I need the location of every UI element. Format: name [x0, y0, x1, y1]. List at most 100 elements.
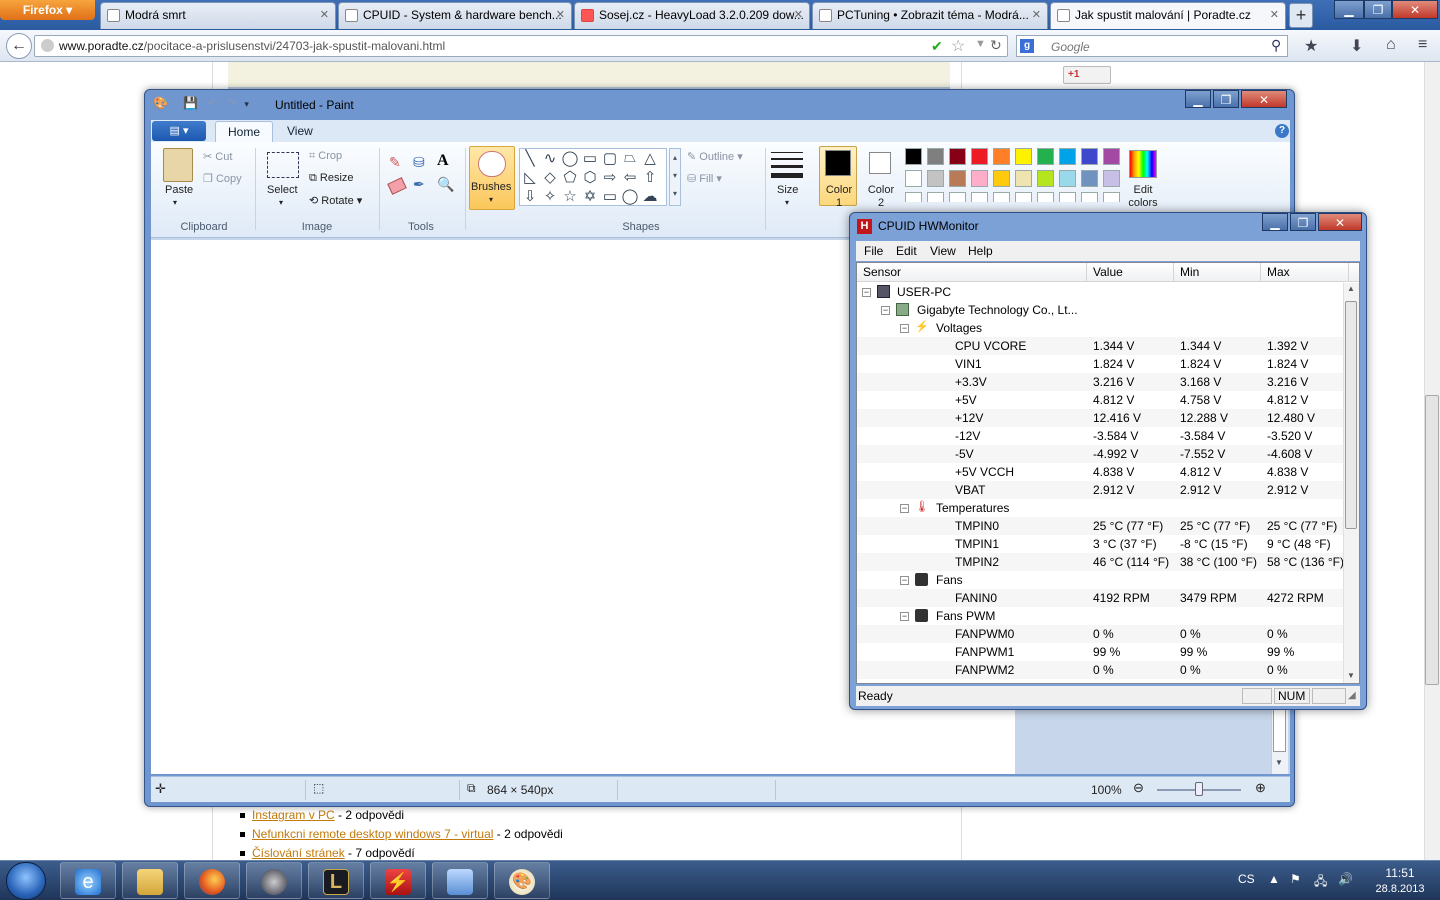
pencil-icon[interactable]: ✎ — [389, 154, 401, 171]
curve-shape-icon[interactable]: ∿ — [540, 149, 560, 167]
show-hidden-icons-icon[interactable]: ▲ — [1268, 872, 1280, 886]
input-language-indicator[interactable]: CS — [1238, 872, 1255, 886]
hwmonitor-minimize-button[interactable]: ▁ — [1262, 213, 1288, 231]
close-icon[interactable]: ✕ — [1032, 3, 1041, 28]
palette-swatch[interactable] — [1059, 170, 1076, 187]
clock-time[interactable]: 11:51 — [1380, 866, 1420, 880]
size-icon[interactable] — [771, 152, 803, 183]
back-button[interactable]: ← — [6, 33, 32, 59]
palette-swatch[interactable] — [1081, 170, 1098, 187]
sensor-tree-list[interactable]: Sensor Value Min Max − USER-PC − Gigabyte T… — [856, 262, 1360, 684]
fill-button[interactable]: ⛁ Fill ▾ — [687, 172, 722, 185]
zoom-in-icon[interactable]: ⊕ — [1255, 780, 1266, 796]
question-link[interactable]: Číslování stránek — [252, 846, 345, 860]
custom-color-slot[interactable] — [949, 192, 966, 202]
tree-group-fans_pwm[interactable]: − Fans PWM — [857, 607, 1343, 625]
select-dropdown-icon[interactable]: ▾ — [279, 198, 283, 207]
paint-app-icon[interactable]: 🎨 — [153, 96, 168, 110]
sensor-list-scroll-thumb[interactable] — [1345, 301, 1357, 529]
tree-group-fans[interactable]: − Fans — [857, 571, 1343, 589]
shapes-gallery[interactable]: ╲ ∿ ◯ ▭ ▢ ⏢ △ ◺ ◇ ⬠ ⬡ ⇨ ⇦ ⇧ ⇩ ✧ ☆ ✡ ▭ ◯ … — [519, 148, 667, 206]
firefox-menu-button[interactable]: Firefox ▾ — [0, 0, 95, 20]
taskbar-paint[interactable]: 🎨 — [494, 862, 550, 899]
six-point-star-shape-icon[interactable]: ✡ — [580, 187, 600, 205]
tab-poradte-active[interactable]: Jak spustit malování | Poradte.cz ✕ — [1050, 2, 1286, 29]
palette-swatch[interactable] — [993, 170, 1010, 187]
up-arrow-shape-icon[interactable]: ⇧ — [640, 168, 660, 186]
bookmarks-icon[interactable]: ★ — [1304, 36, 1318, 56]
sensor-row[interactable]: TMPIN0 25 °C (77 °F) 25 °C (77 °F) 25 °C (7… — [857, 517, 1343, 535]
size-dropdown-icon[interactable]: ▾ — [785, 198, 789, 207]
sensor-row[interactable]: +3.3V 3.216 V 3.168 V 3.216 V — [857, 373, 1343, 391]
volume-icon[interactable]: 🔊 — [1338, 872, 1353, 886]
shapes-gallery-scroll[interactable]: ▴ ▾ ▾ — [669, 148, 681, 206]
tab-home[interactable]: Home — [215, 121, 274, 143]
text-tool-icon[interactable]: A — [437, 152, 449, 170]
palette-swatch[interactable] — [927, 170, 944, 187]
collapse-toggle-icon[interactable]: − — [900, 504, 909, 513]
canvas-scroll-thumb[interactable] — [1273, 708, 1286, 752]
hexagon-shape-icon[interactable]: ⬡ — [580, 168, 600, 186]
zoom-slider-thumb[interactable] — [1195, 782, 1203, 796]
taskbar-league-launcher[interactable]: L — [308, 862, 364, 899]
tab-pctuning[interactable]: PCTuning • Zobrazit téma - Modrá... ✕ — [812, 2, 1048, 29]
rounded-rectangle-shape-icon[interactable]: ▢ — [600, 149, 620, 167]
palette-swatch[interactable] — [1037, 148, 1054, 165]
menu-edit[interactable]: Edit — [896, 244, 917, 258]
column-header-sensor[interactable]: Sensor — [857, 263, 1087, 282]
pentagon-shape-icon[interactable]: ⬠ — [560, 168, 580, 186]
close-icon[interactable]: ✕ — [794, 3, 803, 28]
page-scroll-thumb[interactable] — [1425, 395, 1439, 685]
palette-swatch[interactable] — [1015, 170, 1032, 187]
column-header-max[interactable]: Max — [1261, 263, 1349, 282]
custom-color-slot[interactable] — [1037, 192, 1054, 202]
zoom-out-icon[interactable]: ⊖ — [1133, 780, 1144, 796]
column-header-min[interactable]: Min — [1174, 263, 1261, 282]
hwmonitor-app-icon[interactable]: H — [857, 219, 872, 234]
cloud-callout-shape-icon[interactable]: ☁ — [640, 187, 660, 205]
customize-qat-icon[interactable]: ▾ — [244, 99, 249, 109]
taskbar-control-panel[interactable] — [432, 862, 488, 899]
custom-color-slot[interactable] — [1103, 192, 1120, 202]
edit-colors-label[interactable]: Edit colors — [1125, 184, 1161, 210]
copy-button[interactable]: ❐ Copy — [203, 172, 242, 185]
custom-color-slot[interactable] — [1015, 192, 1032, 202]
question-link[interactable]: Nefunkcni remote desktop windows 7 - vir… — [252, 827, 493, 841]
diamond-shape-icon[interactable]: ◇ — [540, 168, 560, 186]
scroll-down-arrow-icon[interactable]: ▼ — [1347, 671, 1355, 680]
close-icon[interactable]: ✕ — [1270, 3, 1279, 28]
edit-colors-icon[interactable] — [1129, 150, 1157, 178]
help-icon[interactable]: ? — [1275, 124, 1289, 138]
line-shape-icon[interactable]: ╲ — [520, 149, 540, 167]
network-icon[interactable]: 🖧 — [1314, 872, 1327, 893]
crop-button[interactable]: ⌗ Crop — [309, 150, 342, 163]
sensor-row[interactable]: +5V 4.812 V 4.758 V 4.812 V — [857, 391, 1343, 409]
start-button[interactable] — [6, 862, 46, 900]
tab-cpuid[interactable]: CPUID - System & hardware bench... ✕ — [338, 2, 572, 29]
column-header-value[interactable]: Value — [1087, 263, 1174, 282]
browser-maximize-button[interactable]: ❐ — [1364, 0, 1392, 19]
collapse-toggle-icon[interactable]: − — [862, 288, 871, 297]
color2-swatch[interactable] — [869, 152, 891, 174]
palette-swatch[interactable] — [1081, 148, 1098, 165]
right-triangle-shape-icon[interactable]: ◺ — [520, 168, 540, 186]
hwmonitor-close-button[interactable]: ✕ — [1318, 213, 1362, 231]
palette-swatch[interactable] — [949, 170, 966, 187]
polygon-shape-icon[interactable]: ⏢ — [620, 149, 640, 166]
collapse-toggle-icon[interactable]: − — [881, 306, 890, 315]
collapse-toggle-icon[interactable]: − — [900, 576, 909, 585]
custom-color-slot[interactable] — [993, 192, 1010, 202]
menu-view[interactable]: View — [930, 244, 956, 258]
search-icon[interactable]: ⚲ — [1271, 37, 1281, 54]
google-plus-button[interactable]: +1 — [1063, 66, 1111, 84]
select-button-label[interactable]: Select — [267, 184, 298, 196]
palette-swatch[interactable] — [971, 170, 988, 187]
hwmonitor-maximize-button[interactable]: ❐ — [1290, 213, 1316, 231]
sensor-row[interactable]: +12V 12.416 V 12.288 V 12.480 V — [857, 409, 1343, 427]
rotate-button[interactable]: ⟲ Rotate ▾ — [309, 194, 362, 207]
menu-file[interactable]: File — [864, 244, 883, 258]
taskbar-explorer[interactable] — [122, 862, 178, 899]
paint-close-button[interactable]: ✕ — [1241, 90, 1287, 108]
palette-swatch[interactable] — [905, 148, 922, 165]
menu-icon[interactable]: ≡ — [1418, 36, 1427, 54]
